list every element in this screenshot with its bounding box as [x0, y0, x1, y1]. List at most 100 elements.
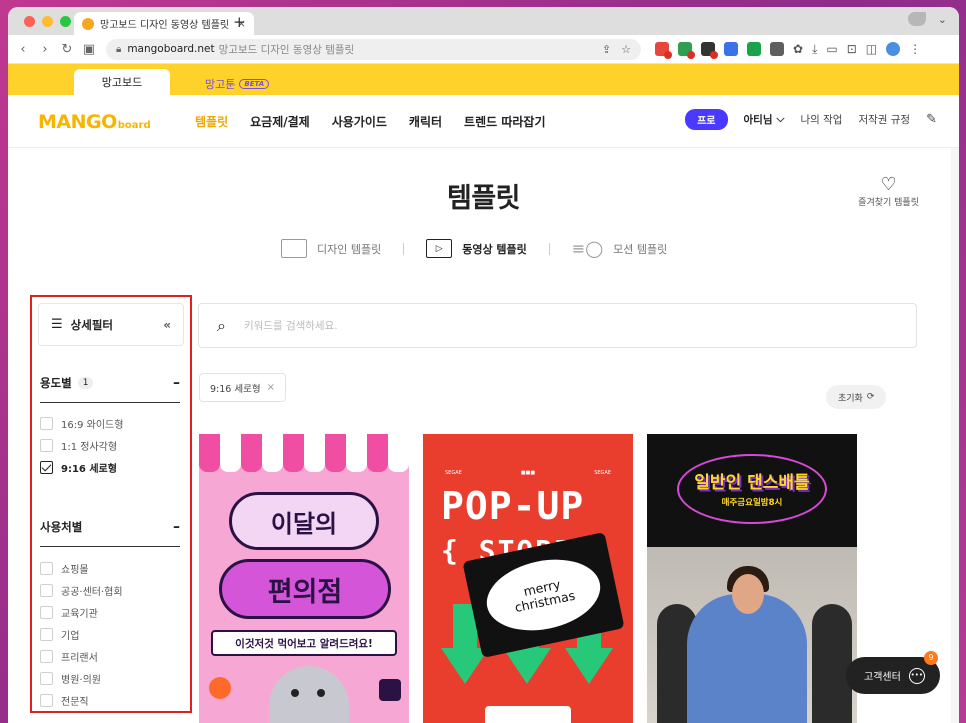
filter-option-16-9[interactable]: 16:9 와이드형 — [40, 412, 180, 434]
checkbox[interactable] — [40, 416, 53, 430]
browser-toolbar: ‹ › ↻ ▣ 🔒︎ mangoboard.net 망고보드 디자인 동영상 템… — [8, 35, 959, 64]
extension-6-icon[interactable] — [770, 42, 784, 56]
profile-avatar-icon[interactable] — [886, 42, 901, 56]
template-search-bar: ⌕ — [198, 303, 917, 348]
browser-tab[interactable]: 망고보드 디자인 동영상 템플릿 × — [74, 12, 254, 35]
nav-character[interactable]: 캐릭터 — [409, 113, 442, 130]
motion-icon: ≡◯ — [571, 239, 604, 258]
mangoboard-logo[interactable]: MANGO board — [38, 111, 151, 133]
extension-7-icon[interactable]: ✿ — [793, 42, 803, 56]
place-filter-section: 사용처별 – 쇼핑몰 공공·센터·협회 교육기관 기업 프리랜서 병원·의원 전… — [40, 519, 180, 711]
customer-center-button[interactable]: 고객센터 ••• 9 — [846, 651, 940, 694]
user-menu[interactable]: 아티님 ⌵ — [744, 112, 785, 127]
active-filter-chip[interactable]: 9:16 세로형 × — [199, 373, 286, 402]
checkbox[interactable] — [40, 627, 53, 641]
filter-option-hospital[interactable]: 병원·의원 — [40, 667, 180, 689]
user-name: 아티님 — [743, 114, 773, 126]
checkbox-checked[interactable] — [40, 460, 53, 474]
main-nav: 템플릿 요금제/결제 사용가이드 캐릭터 트렌드 따라잡기 — [195, 113, 546, 130]
design-tool-icon[interactable]: ✎ — [926, 112, 937, 127]
filter-option-professional[interactable]: 전문직 — [40, 689, 180, 711]
tab-list-chevron-icon[interactable]: ⌄ — [938, 13, 947, 26]
place-filter-header[interactable]: 사용처별 – — [40, 519, 180, 547]
checkbox[interactable] — [40, 671, 53, 685]
reset-filters-button[interactable]: 초기화 ⟳ — [826, 385, 887, 409]
forward-icon[interactable]: › — [34, 42, 56, 57]
sliders-icon: ☰ — [51, 317, 63, 332]
mango-favicon-icon — [82, 17, 94, 30]
translate-extension-icon[interactable] — [724, 42, 738, 56]
favorite-templates-button[interactable]: ♡ 즐겨찾기 템플릿 — [858, 174, 919, 209]
minimize-window-button[interactable] — [42, 16, 53, 27]
remove-filter-icon[interactable]: × — [267, 382, 275, 393]
share-icon[interactable]: ⇪ — [602, 43, 611, 56]
tab-design-templates[interactable]: 디자인 템플릿 — [281, 239, 381, 258]
filter-option-education[interactable]: 교육기관 — [40, 601, 180, 623]
heart-icon: ♡ — [880, 174, 897, 195]
usage-filter-header[interactable]: 용도별 1 – — [40, 375, 180, 403]
filter-option-shopping[interactable]: 쇼핑몰 — [40, 557, 180, 579]
search-icon[interactable]: ⌕ — [217, 316, 226, 336]
nav-guide[interactable]: 사용가이드 — [332, 113, 387, 130]
card-headline-1: POP-UP — [441, 484, 585, 528]
download-icon[interactable]: ⤓ — [812, 42, 817, 57]
extension-5-icon[interactable] — [747, 42, 761, 56]
browser-menu-icon[interactable]: ⋮ — [909, 42, 921, 56]
checkbox[interactable] — [40, 583, 53, 597]
page-scrollbar[interactable] — [951, 148, 959, 723]
fruit-illustration — [209, 677, 231, 699]
reload-icon[interactable]: ↻ — [56, 42, 78, 57]
tab-motion-templates[interactable]: ≡◯ 모션 템플릿 — [572, 239, 667, 258]
card-headline-1: 이달의 — [229, 492, 379, 550]
bookmark-star-icon[interactable]: ☆ — [621, 43, 631, 56]
filter-option-company[interactable]: 기업 — [40, 623, 180, 645]
checkbox[interactable] — [40, 693, 53, 707]
copyright-link[interactable]: 저작권 규정 — [858, 112, 910, 127]
template-card-dance-battle[interactable]: 일반인 댄스배틀 매주금요일밤8시 — [647, 434, 857, 723]
lock-icon: 🔒︎ — [116, 43, 122, 55]
usage-filter-section: 용도별 1 – 16:9 와이드형 1:1 정사각형 9:16 세로형 — [40, 375, 180, 478]
collapse-sidebar-icon[interactable]: « — [163, 318, 171, 332]
sidepanel-icon[interactable]: ◫ — [866, 42, 877, 56]
template-category-tabs: 디자인 템플릿 ▷ 동영상 템플릿 ≡◯ 모션 템플릿 — [281, 239, 667, 258]
my-work-link[interactable]: 나의 작업 — [800, 112, 842, 127]
cast-icon[interactable]: ▭ — [826, 42, 837, 56]
notion-extension-icon[interactable]: ▣ — [78, 42, 100, 57]
tab-video-templates[interactable]: ▷ 동영상 템플릿 — [426, 239, 527, 258]
screenshot-icon[interactable]: ⊡ — [847, 42, 857, 56]
pro-plan-badge[interactable]: 프로 — [685, 109, 728, 130]
url-page-title: 망고보드 디자인 동영상 템플릿 — [218, 43, 355, 56]
new-tab-button[interactable]: + — [233, 13, 246, 31]
checkbox[interactable] — [40, 561, 53, 575]
maximize-window-button[interactable] — [60, 16, 71, 27]
extension-1-icon[interactable] — [655, 42, 672, 59]
tab-mangotoon[interactable]: 망고툰 BETA — [205, 76, 270, 92]
nav-pricing[interactable]: 요금제/결제 — [250, 113, 310, 130]
filter-option-public[interactable]: 공공·센터·협회 — [40, 579, 180, 601]
extension-2-icon[interactable] — [678, 42, 695, 59]
tab-mangotoon-label: 망고툰 — [205, 78, 236, 91]
card-subtitle: 이것저것 먹어보고 알려드려요! — [211, 630, 397, 656]
template-card-convenience-store[interactable]: 이달의 편의점 이것저것 먹어보고 알려드려요! — [199, 434, 409, 723]
twitter-extension-icon[interactable] — [907, 12, 926, 26]
beta-badge: BETA — [239, 79, 270, 89]
extension-3-icon[interactable] — [701, 42, 718, 59]
detail-filter-header: ☰ 상세필터 « — [38, 303, 184, 346]
back-icon[interactable]: ‹ — [12, 42, 34, 57]
filter-option-freelancer[interactable]: 프리랜서 — [40, 645, 180, 667]
snack-illustration — [379, 679, 401, 701]
nav-templates[interactable]: 템플릿 — [195, 113, 228, 130]
search-input[interactable] — [243, 319, 898, 332]
collapse-section-icon[interactable]: – — [173, 519, 180, 535]
tab-mangoboard[interactable]: 망고보드 — [74, 69, 170, 95]
checkbox[interactable] — [40, 649, 53, 663]
filter-option-9-16[interactable]: 9:16 세로형 — [40, 456, 180, 478]
checkbox[interactable] — [40, 605, 53, 619]
collapse-section-icon[interactable]: – — [173, 375, 180, 391]
checkbox[interactable] — [40, 438, 53, 452]
address-bar[interactable]: 🔒︎ mangoboard.net 망고보드 디자인 동영상 템플릿 ⇪ ☆ — [106, 38, 641, 60]
nav-trends[interactable]: 트렌드 따라잡기 — [464, 113, 545, 130]
close-window-button[interactable] — [24, 16, 35, 27]
filter-option-1-1[interactable]: 1:1 정사각형 — [40, 434, 180, 456]
template-card-popup-store[interactable]: SEGAE ■■■ SEGAE POP-UP { STORE } merry c… — [423, 434, 633, 723]
